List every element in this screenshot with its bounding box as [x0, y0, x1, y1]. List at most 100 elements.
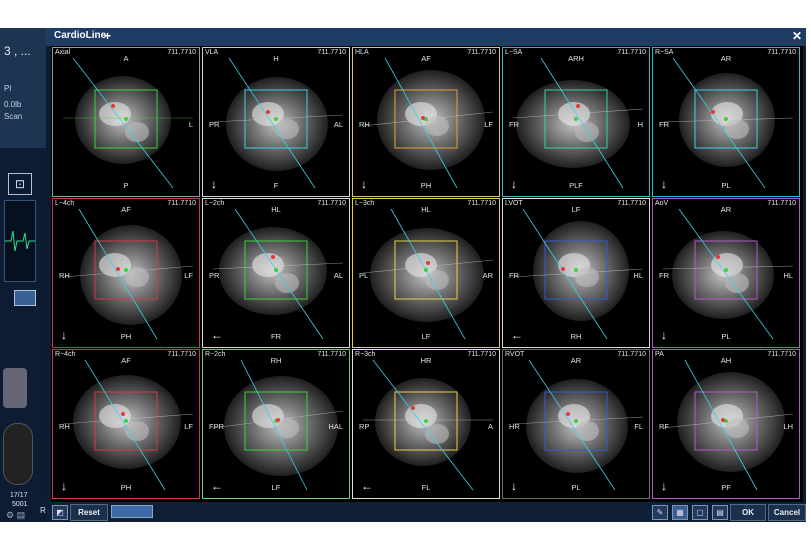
- direction-arrow-icon: ↓: [661, 479, 667, 493]
- direction-arrow-icon: ↓: [661, 328, 667, 342]
- orientation-top: H: [273, 54, 279, 63]
- slice-position: 711.7710: [317, 351, 346, 358]
- orientation-right: AL: [333, 120, 343, 129]
- orientation-bottom: LF: [271, 483, 281, 492]
- orientation-bottom: FL: [421, 483, 431, 492]
- view-cell[interactable]: L−SA 711.7710 ARH PLF FR H ↓: [502, 47, 650, 197]
- view-cell[interactable]: HLA 711.7710 AF PH RH LF ↓: [352, 47, 500, 197]
- orientation-top: AF: [121, 205, 131, 214]
- bottom-toolbar: ◩ Reset ✎ ▦ ▢ ▤ OK Cancel: [46, 502, 806, 522]
- orientation-right: LF: [184, 271, 193, 280]
- mri-image: [512, 57, 644, 189]
- orientation-right: FL: [634, 422, 643, 431]
- mri-image: [362, 57, 494, 189]
- orientation-left: FPR: [209, 422, 224, 431]
- orientation-left: FR: [659, 271, 669, 280]
- image-count-value: 17/17: [10, 492, 28, 499]
- orientation-bottom: PL: [721, 332, 731, 341]
- direction-arrow-icon: ←: [211, 479, 223, 493]
- grid-view-icon[interactable]: [14, 290, 36, 306]
- left-panel-sub-3: Scan: [4, 112, 23, 121]
- view-cell[interactable]: R−3ch 711.7710 HR FL RP A ←: [352, 349, 500, 499]
- view-cell[interactable]: LVOT 711.7710 LF RH FR HL ←: [502, 198, 650, 348]
- orientation-bottom: PH: [120, 483, 132, 492]
- orientation-top: AH: [720, 356, 732, 365]
- slice-position: 711.7710: [467, 351, 496, 358]
- view-cell[interactable]: PA 711.7710 AH PF RF LH ↓: [652, 349, 800, 499]
- view-cell[interactable]: L−3ch 711.7710 HL LF PL AR: [352, 198, 500, 348]
- ok-button[interactable]: OK: [730, 504, 766, 521]
- mri-image: [662, 208, 794, 340]
- orientation-top: HR: [420, 356, 432, 365]
- view-cell[interactable]: R−SA 711.7710 AR PL FR ↓: [652, 47, 800, 197]
- direction-arrow-icon: ↓: [511, 177, 517, 191]
- slice-position: 711.7710: [317, 200, 346, 207]
- orientation-right: L: [188, 120, 193, 129]
- frame-icon[interactable]: ▢: [692, 505, 708, 520]
- direction-arrow-icon: ↓: [211, 177, 217, 191]
- orientation-top: AF: [121, 356, 131, 365]
- orientation-right: HL: [783, 271, 793, 280]
- orientation-right: H: [637, 120, 643, 129]
- close-icon[interactable]: ✕: [792, 29, 802, 43]
- direction-arrow-icon: ←: [361, 479, 373, 493]
- left-panel-title: 3 , ...: [4, 44, 31, 58]
- view-name: R−SA: [655, 49, 674, 56]
- view-cell[interactable]: R−2ch 711.7710 RH LF FPR HAL ←: [202, 349, 350, 499]
- view-cell[interactable]: L−2ch 711.7710 HL FR PR AL ←: [202, 198, 350, 348]
- slice-position: 711.7710: [167, 200, 196, 207]
- view-cell[interactable]: RVOT 711.7710 AR PL HR FL ↓: [502, 349, 650, 499]
- mri-image: [63, 57, 193, 189]
- orientation-left: PR: [209, 120, 220, 129]
- view-cell[interactable]: L−4ch 711.7710 AF PH RH LF ↓: [52, 198, 200, 348]
- slice-position: 711.7710: [617, 200, 646, 207]
- view-cell[interactable]: Axial 711.7710 A P L: [52, 47, 200, 197]
- orientation-right: HL: [633, 271, 643, 280]
- view-name: L−2ch: [205, 200, 225, 207]
- mri-image: [662, 359, 794, 491]
- window-level-icon[interactable]: ◩: [52, 505, 68, 520]
- slice-position: 711.7710: [167, 49, 196, 56]
- title-bar: CardioLine + ✕: [46, 28, 806, 46]
- orientation-right: LH: [783, 422, 793, 431]
- orientation-top: LF: [571, 205, 581, 214]
- orientation-left: PL: [359, 271, 369, 280]
- slice-position: 711.7710: [467, 200, 496, 207]
- slice-position: 711.7710: [767, 200, 796, 207]
- expand-icon[interactable]: ⊡: [8, 173, 32, 195]
- pen-icon[interactable]: ✎: [652, 505, 668, 520]
- slice-position: 711.7710: [617, 351, 646, 358]
- view-name: VLA: [205, 49, 219, 56]
- orientation-left: HR: [509, 422, 520, 431]
- orientation-right: LF: [184, 422, 193, 431]
- view-cell[interactable]: VLA 711.7710 H F PR AL ↓: [202, 47, 350, 197]
- reset-button[interactable]: Reset: [70, 504, 108, 521]
- direction-arrow-icon: ←: [211, 328, 223, 342]
- cancel-button[interactable]: Cancel: [768, 504, 806, 521]
- orientation-left: RF: [659, 422, 669, 431]
- view-name: L−3ch: [355, 200, 375, 207]
- list-icon[interactable]: ▤: [712, 505, 728, 520]
- orientation-right: AL: [333, 271, 343, 280]
- view-cell[interactable]: R−4ch 711.7710 AF PH RH LF ↓: [52, 349, 200, 499]
- patient-thumbnail: [3, 423, 33, 485]
- view-name: PA: [655, 351, 664, 358]
- orientation-bottom: PH: [420, 181, 432, 190]
- orientation-bottom: P: [123, 181, 129, 190]
- view-name: R−3ch: [355, 351, 376, 358]
- left-panel-icons[interactable]: ⚙ ▤: [6, 510, 25, 521]
- view-name: AoV: [655, 200, 669, 207]
- view-name: R−2ch: [205, 351, 226, 358]
- orientation-left: FR: [509, 271, 519, 280]
- orientation-left: PR: [209, 271, 220, 280]
- orientation-top: ARH: [568, 54, 584, 63]
- view-cell[interactable]: AoV 711.7710 AR PL FR HL ↓: [652, 198, 800, 348]
- left-panel-sub-1: Pl: [4, 84, 12, 93]
- progress-slider[interactable]: [111, 505, 153, 518]
- plus-icon[interactable]: +: [104, 29, 111, 43]
- view-name: R−4ch: [55, 351, 76, 358]
- orientation-top: A: [123, 54, 129, 63]
- grid-layout-icon[interactable]: ▦: [672, 505, 688, 520]
- slice-position: 711.7710: [467, 49, 496, 56]
- mri-image: [62, 359, 194, 491]
